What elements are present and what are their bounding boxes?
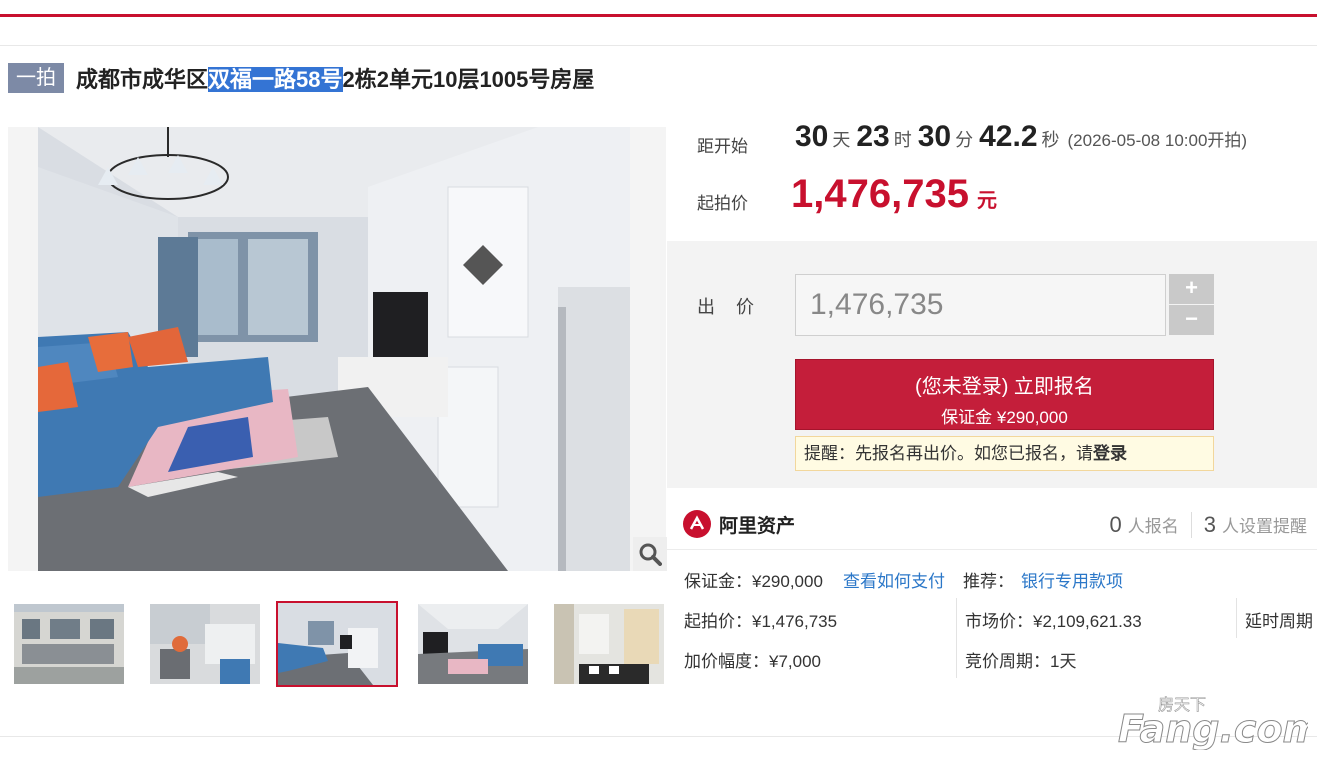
increment-info: 加价幅度：¥7,000 bbox=[684, 652, 821, 671]
auction-title-row: 一拍 成都市成华区双福一路58号2栋2单元10层1005号房屋 bbox=[8, 62, 594, 94]
zoom-button[interactable] bbox=[633, 537, 667, 571]
auction-start-time: (2026-05-08 10:00开拍) bbox=[1067, 131, 1248, 150]
bid-label: 出 价 bbox=[697, 297, 763, 317]
countdown-hours-unit: 时 bbox=[893, 130, 912, 150]
details-divider-1 bbox=[956, 598, 957, 678]
main-photo-frame bbox=[8, 127, 666, 571]
start-price: 1,476,735 元 bbox=[791, 172, 997, 217]
start-price-unit: 元 bbox=[976, 190, 997, 212]
main-photo[interactable] bbox=[38, 127, 630, 571]
thumbnail-kitchen[interactable] bbox=[150, 604, 260, 684]
magnifier-icon bbox=[639, 543, 662, 566]
bid-amount-input[interactable]: 1,476,735 bbox=[795, 274, 1166, 336]
auction-title: 成都市成华区双福一路58号2栋2单元10层1005号房屋 bbox=[76, 62, 594, 94]
login-link[interactable]: 登录 bbox=[1093, 444, 1127, 463]
bid-panel: 出 价 1,476,735 + − (您未登录) 立即报名 保证金 ¥290,0… bbox=[667, 241, 1317, 488]
decrease-bid-button[interactable]: − bbox=[1169, 305, 1214, 335]
how-to-pay-link-text: 查看如何支付 bbox=[843, 572, 945, 591]
market-price-info: 市场价：¥2,109,621.33 bbox=[965, 612, 1142, 631]
platform-name: 阿里资产 bbox=[719, 515, 796, 537]
increase-bid-button[interactable]: + bbox=[1169, 274, 1214, 304]
title-part-district: 成都市成华区 bbox=[76, 67, 209, 92]
header-divider bbox=[0, 45, 1317, 46]
countdown-days-unit: 天 bbox=[832, 130, 851, 150]
platform-logo: 阿里资产 bbox=[683, 510, 795, 538]
reminder-count: 3 bbox=[1203, 512, 1216, 537]
participation-stats: 0 人报名 3 人设置提醒 bbox=[1109, 512, 1307, 538]
platform-row: 阿里资产 0 人报名 3 人设置提醒 bbox=[667, 498, 1317, 550]
reminder-count-label: 人设置提醒 bbox=[1222, 517, 1307, 536]
start-price-label: 起拍价 bbox=[697, 194, 748, 213]
bank-payment-link[interactable]: 银行专用款项 bbox=[1021, 567, 1123, 592]
start-price-value: 1,476,735 bbox=[791, 172, 969, 216]
deposit-info: 保证金：¥290,000 bbox=[684, 572, 823, 591]
thumbnail-bathroom[interactable] bbox=[554, 604, 664, 684]
countdown-hours: 23 bbox=[856, 120, 890, 153]
fang-watermark: 房天下 Fang.com bbox=[1118, 690, 1317, 752]
thumbnail-building[interactable] bbox=[14, 604, 124, 684]
signup-deposit-label: 保证金 ¥290,000 bbox=[941, 408, 1068, 427]
countdown-days: 30 bbox=[795, 120, 829, 153]
auction-round-badge: 一拍 bbox=[8, 63, 64, 93]
signup-reminder: 提醒：先报名再出价。如您已报名，请登录 bbox=[795, 436, 1214, 471]
delay-period-info: 延时周期 bbox=[1245, 612, 1313, 631]
countdown-minutes: 30 bbox=[917, 120, 952, 153]
ali-asset-logo-icon bbox=[683, 510, 711, 538]
how-to-pay-link[interactable]: 查看如何支付 bbox=[843, 567, 945, 592]
top-accent-line bbox=[0, 14, 1317, 17]
title-part-unit: 2栋2单元10层1005号房屋 bbox=[342, 67, 595, 92]
details-divider-2 bbox=[1236, 598, 1237, 638]
bank-payment-link-text: 银行专用款项 bbox=[1021, 572, 1123, 591]
countdown-minutes-unit: 分 bbox=[955, 130, 974, 150]
signup-button-label: (您未登录) 立即报名 bbox=[915, 376, 1094, 398]
countdown-label: 距开始 bbox=[697, 137, 748, 156]
reminder-text: 提醒：先报名再出价。如您已报名，请 bbox=[804, 444, 1093, 463]
countdown-seconds: 42.2 bbox=[979, 120, 1038, 153]
bid-period-info: 竞价周期：1天 bbox=[965, 652, 1077, 671]
countdown-timer: 30 天 23 时 30 分 42.2 秒 (2026-05-08 10:00开… bbox=[795, 120, 1247, 154]
thumbnail-living-room[interactable] bbox=[276, 601, 398, 687]
signup-count: 0 bbox=[1109, 512, 1122, 537]
signup-button[interactable]: (您未登录) 立即报名 保证金 ¥290,000 bbox=[795, 359, 1214, 430]
start-price-info: 起拍价：¥1,476,735 bbox=[684, 612, 838, 631]
signup-count-label: 人报名 bbox=[1127, 517, 1179, 536]
stats-divider bbox=[1190, 512, 1192, 538]
title-part-highlighted: 双福一路58号 bbox=[208, 67, 343, 92]
recommend-label: 推荐： bbox=[963, 572, 1014, 591]
watermark-line2: Fang.com bbox=[1118, 707, 1308, 750]
thumbnail-living-room-alt[interactable] bbox=[418, 604, 528, 684]
countdown-seconds-unit: 秒 bbox=[1041, 130, 1060, 150]
